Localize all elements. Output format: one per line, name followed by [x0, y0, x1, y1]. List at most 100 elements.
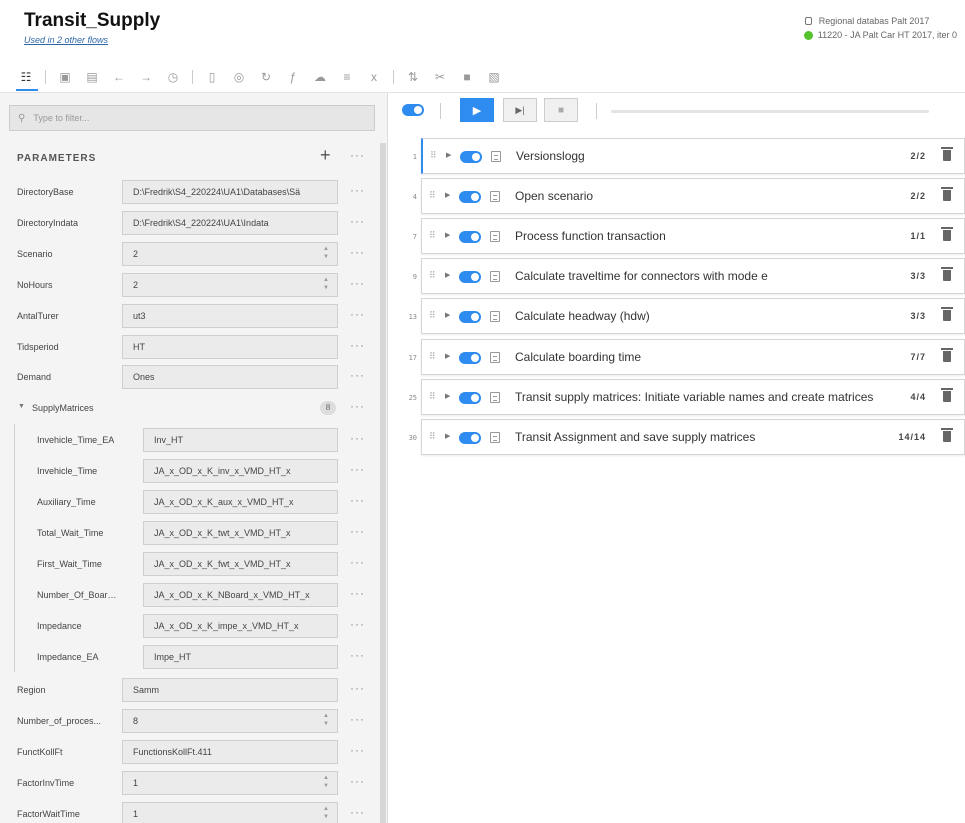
- spinner-icon[interactable]: ▲ ▼: [323, 805, 329, 821]
- param-more-button[interactable]: ···: [350, 307, 365, 321]
- drag-handle-icon[interactable]: ⠿: [429, 431, 436, 442]
- param-more-button[interactable]: ···: [350, 183, 365, 197]
- param-value-field[interactable]: Ones: [122, 365, 338, 389]
- param-value-field[interactable]: FunctionsKollFt.411: [122, 740, 338, 764]
- flow-step[interactable]: ⠿ ▶ Calculate headway (hdw) 3/3: [421, 298, 965, 334]
- param-more-button[interactable]: ···: [350, 276, 365, 290]
- param-more-button[interactable]: ···: [350, 586, 365, 600]
- spinner-icon[interactable]: ▲ ▼: [323, 245, 329, 261]
- param-more-button[interactable]: ···: [350, 431, 365, 445]
- parameters-more-button[interactable]: ···: [350, 148, 365, 162]
- flow-step[interactable]: ⠿ ▶ Versionslogg 2/2: [421, 138, 965, 174]
- flow-step[interactable]: ⠿ ▶ Calculate boarding time 7/7: [421, 339, 965, 375]
- param-more-button[interactable]: ···: [350, 493, 365, 507]
- save-as-icon[interactable]: ▤: [84, 69, 100, 85]
- param-more-button[interactable]: ···: [350, 743, 365, 757]
- expand-icon[interactable]: ▶: [445, 352, 450, 360]
- cut-icon[interactable]: ✂: [432, 69, 448, 85]
- list-icon[interactable]: ≡: [339, 69, 355, 85]
- step-toggle[interactable]: [459, 311, 481, 323]
- param-more-button[interactable]: ···: [350, 617, 365, 631]
- param-more-button[interactable]: ···: [350, 245, 365, 259]
- expand-icon[interactable]: ▶: [445, 311, 450, 319]
- expand-icon[interactable]: ▶: [445, 392, 450, 400]
- param-value-field[interactable]: JA_x_OD_x_K_impe_x_VMD_HT_x: [143, 614, 338, 638]
- param-value-field[interactable]: JA_x_OD_x_K_aux_x_VMD_HT_x: [143, 490, 338, 514]
- enable-all-toggle[interactable]: [402, 104, 424, 116]
- history-icon[interactable]: ◷: [165, 69, 181, 85]
- param-number-field[interactable]: 8 ▲ ▼: [122, 709, 338, 733]
- undo-icon[interactable]: ←: [111, 69, 127, 85]
- trash-icon[interactable]: [941, 307, 953, 321]
- param-value-field[interactable]: D:\Fredrik\S4_220224\UA1\Indata: [122, 211, 338, 235]
- param-more-button[interactable]: ···: [350, 648, 365, 662]
- drag-handle-icon[interactable]: ⠿: [429, 310, 436, 321]
- document-icon[interactable]: ▯: [204, 69, 220, 85]
- group-more-button[interactable]: ···: [350, 399, 365, 413]
- used-in-flows-link[interactable]: Used in 2 other flows: [24, 35, 108, 45]
- step-toggle[interactable]: [459, 352, 481, 364]
- flow-step[interactable]: ⠿ ▶ Transit Assignment and save supply m…: [421, 419, 965, 455]
- param-number-field[interactable]: 1 ▲ ▼: [122, 771, 338, 795]
- flow-step[interactable]: ⠿ ▶ Process function transaction 1/1: [421, 218, 965, 254]
- drag-handle-icon[interactable]: ⠿: [429, 230, 436, 241]
- run-button[interactable]: ▶: [460, 98, 494, 122]
- paste-icon[interactable]: ▧: [486, 69, 502, 85]
- trash-icon[interactable]: [941, 227, 953, 241]
- function-icon[interactable]: ƒ: [285, 69, 301, 85]
- param-more-button[interactable]: ···: [350, 805, 365, 819]
- trash-icon[interactable]: [941, 187, 953, 201]
- sort-icon[interactable]: ⇅: [405, 69, 421, 85]
- param-more-button[interactable]: ···: [350, 712, 365, 726]
- param-number-field[interactable]: 2 ▲ ▼: [122, 273, 338, 297]
- panel-scrollbar[interactable]: [380, 143, 386, 823]
- expand-icon[interactable]: ▶: [445, 191, 450, 199]
- trash-icon[interactable]: [941, 428, 953, 442]
- scenario-name[interactable]: 11220 - JA Palt Car HT 2017, iter 0: [818, 30, 957, 40]
- param-value-field[interactable]: Inv_HT: [143, 428, 338, 452]
- cloud-icon[interactable]: ☁: [312, 69, 328, 85]
- drag-handle-icon[interactable]: ⠿: [429, 190, 436, 201]
- trash-icon[interactable]: [941, 388, 953, 402]
- step-button[interactable]: ▶|: [503, 98, 537, 122]
- drag-handle-icon[interactable]: ⠿: [430, 150, 437, 161]
- param-more-button[interactable]: ···: [350, 368, 365, 382]
- param-more-button[interactable]: ···: [350, 462, 365, 476]
- redo-icon[interactable]: →: [138, 69, 154, 85]
- param-number-field[interactable]: 2 ▲ ▼: [122, 242, 338, 266]
- spinner-icon[interactable]: ▲ ▼: [323, 774, 329, 790]
- copy-icon[interactable]: ■: [459, 69, 475, 85]
- step-toggle[interactable]: [459, 392, 481, 404]
- database-name[interactable]: Regional databas Palt 2017: [819, 16, 930, 26]
- param-value-field[interactable]: JA_x_OD_x_K_fwt_x_VMD_HT_x: [143, 552, 338, 576]
- expand-icon[interactable]: ▶: [445, 271, 450, 279]
- drag-handle-icon[interactable]: ⠿: [429, 270, 436, 281]
- param-value-field[interactable]: D:\Fredrik\S4_220224\UA1\Databases\Sä: [122, 180, 338, 204]
- step-toggle[interactable]: [459, 432, 481, 444]
- param-value-field[interactable]: ut3: [122, 304, 338, 328]
- flow-step[interactable]: ⠿ ▶ Open scenario 2/2: [421, 178, 965, 214]
- variable-icon[interactable]: x: [366, 69, 382, 85]
- flow-step[interactable]: ⠿ ▶ Transit supply matrices: Initiate va…: [421, 379, 965, 415]
- step-toggle[interactable]: [459, 191, 481, 203]
- step-toggle[interactable]: [459, 231, 481, 243]
- param-value-field[interactable]: JA_x_OD_x_K_inv_x_VMD_HT_x: [143, 459, 338, 483]
- expand-icon[interactable]: ▶: [445, 231, 450, 239]
- param-more-button[interactable]: ···: [350, 555, 365, 569]
- step-toggle[interactable]: [459, 271, 481, 283]
- drag-handle-icon[interactable]: ⠿: [429, 391, 436, 402]
- save-icon[interactable]: ▣: [57, 69, 73, 85]
- drag-handle-icon[interactable]: ⠿: [429, 351, 436, 362]
- step-toggle[interactable]: [460, 151, 482, 163]
- spinner-icon[interactable]: ▲ ▼: [323, 276, 329, 292]
- trash-icon[interactable]: [941, 147, 953, 161]
- param-value-field[interactable]: Impe_HT: [143, 645, 338, 669]
- stop-button[interactable]: ■: [544, 98, 578, 122]
- parameters-icon[interactable]: ☷: [18, 69, 34, 85]
- trash-icon[interactable]: [941, 348, 953, 362]
- caret-down-icon[interactable]: ▼: [18, 403, 25, 410]
- param-value-field[interactable]: JA_x_OD_x_K_twt_x_VMD_HT_x: [143, 521, 338, 545]
- flow-step[interactable]: ⠿ ▶ Calculate traveltime for connectors …: [421, 258, 965, 294]
- param-value-field[interactable]: JA_x_OD_x_K_NBoard_x_VMD_HT_x: [143, 583, 338, 607]
- param-more-button[interactable]: ···: [350, 524, 365, 538]
